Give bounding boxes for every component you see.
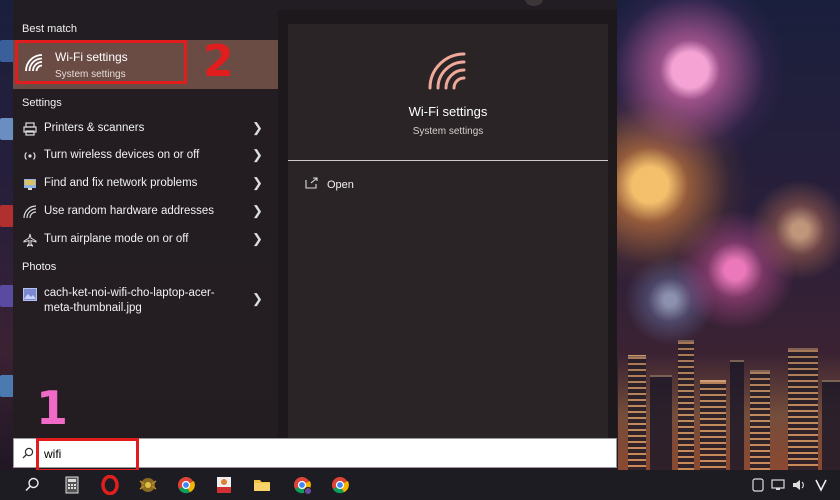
more-options-icon[interactable] — [525, 0, 543, 6]
desktop-shortcut-icon[interactable] — [0, 205, 14, 227]
desktop-shortcut-icon[interactable] — [0, 40, 14, 62]
annotation-number-2: 2 — [203, 36, 234, 87]
preview-divider — [288, 160, 608, 161]
open-icon — [305, 177, 318, 189]
settings-item-label: Printers & scanners — [44, 122, 145, 134]
settings-heading: Settings — [22, 97, 62, 109]
annotation-number-1: 1 — [36, 381, 69, 435]
tray-app-icon[interactable] — [752, 478, 764, 492]
foxit-icon[interactable] — [214, 475, 234, 495]
chevron-right-icon: ❯ — [252, 203, 263, 218]
image-icon — [23, 288, 37, 301]
troubleshoot-icon — [24, 179, 36, 190]
search-icon — [22, 447, 34, 459]
airplane-icon — [23, 233, 37, 247]
settings-item-wireless-devices[interactable]: Turn wireless devices on or off ❯ — [13, 143, 278, 169]
chevron-right-icon: ❯ — [252, 175, 263, 190]
annotation-box-2 — [15, 40, 187, 84]
file-explorer-icon[interactable] — [252, 475, 272, 495]
preview-title: Wi-Fi settings — [408, 104, 488, 119]
best-match-heading: Best match — [22, 23, 78, 35]
desktop-shortcut-icon[interactable] — [0, 285, 14, 307]
printer-icon — [23, 122, 37, 136]
volume-icon[interactable] — [792, 478, 806, 492]
chrome-profile-icon[interactable] — [292, 475, 312, 495]
settings-item-printers[interactable]: Printers & scanners ❯ — [13, 116, 278, 142]
wifi-icon — [428, 52, 466, 90]
city-skyline — [618, 320, 840, 480]
desktop-shortcut-icon[interactable] — [0, 118, 14, 140]
desktop-shortcut-icon[interactable] — [0, 375, 14, 397]
photo-result-item[interactable]: cach-ket-noi-wifi-cho-laptop-acer-meta-t… — [13, 283, 278, 323]
chevron-right-icon: ❯ — [252, 147, 263, 162]
preview-subtitle: System settings — [412, 126, 484, 137]
photos-heading: Photos — [22, 261, 57, 273]
settings-item-label: Turn wireless devices on or off — [44, 149, 200, 161]
open-action-label: Open — [327, 179, 354, 191]
settings-item-label: Use random hardware addresses — [44, 205, 215, 217]
chrome-icon[interactable] — [330, 475, 350, 495]
calculator-icon[interactable] — [62, 475, 82, 495]
annotation-box-1 — [36, 438, 139, 472]
settings-item-network-troubleshoot[interactable]: Find and fix network problems ❯ — [13, 171, 278, 197]
search-icon[interactable] — [22, 475, 42, 495]
wifi-icon — [23, 205, 37, 219]
chevron-right-icon: ❯ — [252, 291, 263, 306]
settings-item-label: Turn airplane mode on or off — [44, 233, 189, 245]
settings-item-random-hardware[interactable]: Use random hardware addresses ❯ — [13, 199, 278, 225]
chevron-right-icon: ❯ — [252, 120, 263, 135]
language-icon[interactable] — [814, 478, 828, 492]
opera-icon[interactable] — [100, 475, 120, 495]
open-action[interactable]: Open — [300, 174, 450, 196]
settings-item-label: Find and fix network problems — [44, 177, 198, 189]
chrome-icon[interactable] — [176, 475, 196, 495]
game-icon[interactable] — [138, 475, 158, 495]
photo-result-label: cach-ket-noi-wifi-cho-laptop-acer-meta-t… — [44, 287, 215, 314]
taskbar — [0, 470, 840, 500]
search-panel-header — [13, 0, 617, 10]
chevron-right-icon: ❯ — [252, 231, 263, 246]
wireless-icon — [24, 152, 36, 160]
network-icon[interactable] — [771, 478, 785, 492]
settings-item-airplane-mode[interactable]: Turn airplane mode on or off ❯ — [13, 227, 278, 253]
